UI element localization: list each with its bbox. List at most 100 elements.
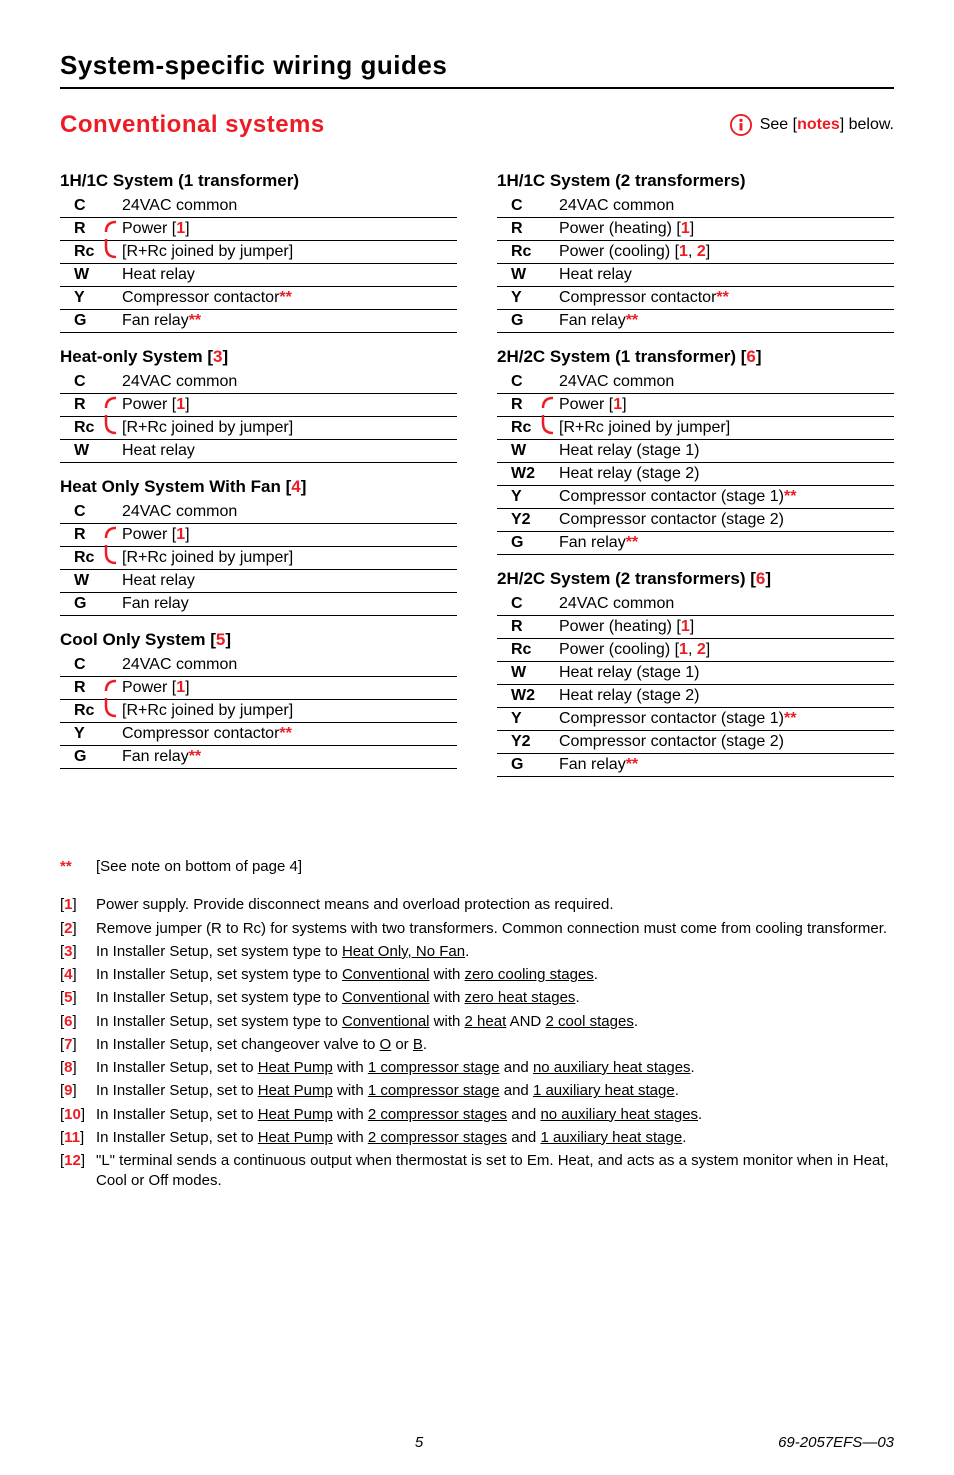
jumper-indicator — [543, 371, 559, 394]
note-row: [1]Power supply. Provide disconnect mean… — [60, 895, 894, 915]
right-column: 1H/1C System (2 transformers) C24VAC com… — [497, 157, 894, 777]
terminal-desc: Heat relay (stage 1) — [559, 662, 894, 685]
terminal-label: C — [60, 195, 106, 218]
note-key: [9] — [60, 1081, 96, 1101]
wiring-row: RPower (heating) [1] — [497, 616, 894, 639]
terminal-desc: [R+Rc joined by jumper] — [122, 417, 457, 440]
jumper-indicator — [543, 616, 559, 639]
wiring-table: C24VAC commonRPower [1]Rc[R+Rc joined by… — [497, 371, 894, 555]
terminal-desc: Compressor contactor** — [122, 723, 457, 746]
note-text: In Installer Setup, set to Heat Pump wit… — [96, 1105, 894, 1125]
jumper-indicator — [543, 486, 559, 509]
note-text: "L" terminal sends a continuous output w… — [96, 1151, 894, 1192]
wiring-row: RcPower (cooling) [1, 2] — [497, 241, 894, 264]
terminal-label: Rc — [497, 639, 543, 662]
note-key: [1] — [60, 895, 96, 915]
wiring-row: C24VAC common — [497, 195, 894, 218]
wiring-table: C24VAC commonRPower [1]Rc[R+Rc joined by… — [60, 501, 457, 616]
wiring-row: Rc [R+Rc joined by jumper] — [60, 417, 457, 440]
section-title: Conventional systems — [60, 111, 325, 139]
system-block-1: 1H/1C System (1 transformer) C24VAC comm… — [60, 171, 457, 333]
terminal-label: W — [60, 264, 106, 287]
terminal-label: W — [497, 264, 543, 287]
terminal-label: Y2 — [497, 509, 543, 532]
jumper-indicator — [106, 241, 122, 264]
wiring-row: WHeat relay (stage 1) — [497, 440, 894, 463]
wiring-row: RPower [1] — [60, 677, 457, 700]
wiring-row: C24VAC common — [497, 371, 894, 394]
jumper-indicator — [543, 509, 559, 532]
terminal-label: Rc — [60, 417, 106, 440]
terminal-desc: Compressor contactor (stage 1)** — [559, 708, 894, 731]
terminal-label: C — [497, 593, 543, 616]
jumper-indicator — [106, 440, 122, 463]
terminal-label: G — [497, 310, 543, 333]
wiring-row: RPower [1] — [60, 394, 457, 417]
wiring-row: RPower [1] — [60, 524, 457, 547]
jumper-indicator — [106, 593, 122, 616]
jumper-indicator — [543, 440, 559, 463]
jumper-indicator — [543, 708, 559, 731]
jumper-indicator — [106, 371, 122, 394]
terminal-desc: Fan relay** — [559, 532, 894, 555]
terminal-desc: Heat relay — [122, 264, 457, 287]
note-key: [2] — [60, 919, 96, 939]
wiring-row: W2Heat relay (stage 2) — [497, 685, 894, 708]
system-title: 1H/1C System (1 transformer) — [60, 171, 457, 191]
terminal-desc: [R+Rc joined by jumper] — [122, 547, 457, 570]
wiring-row: WHeat relay — [60, 570, 457, 593]
jumper-indicator — [106, 654, 122, 677]
jumper-indicator — [543, 662, 559, 685]
terminal-label: C — [60, 371, 106, 394]
system-block-7: 2H/2C System (2 transformers) [6] C 24VAC… — [497, 569, 894, 777]
wiring-row: Rc[R+Rc joined by jumper] — [60, 241, 457, 264]
note-key: [11] — [60, 1128, 96, 1148]
note-key: [4] — [60, 965, 96, 985]
left-column: 1H/1C System (1 transformer) C24VAC comm… — [60, 157, 457, 777]
terminal-desc: 24VAC common — [559, 593, 894, 616]
wiring-row: GFan relay** — [497, 754, 894, 777]
terminal-desc: Power [1] — [122, 677, 457, 700]
terminal-desc: Heat relay — [122, 440, 457, 463]
terminal-desc: Power [1] — [559, 394, 894, 417]
terminal-desc: 24VAC common — [122, 654, 457, 677]
wiring-row: W2Heat relay (stage 2) — [497, 463, 894, 486]
system-block-4: Cool Only System [5] C24VAC commonRPower… — [60, 630, 457, 769]
jumper-indicator — [106, 570, 122, 593]
wiring-table: C24VAC commonRPower (heating) [1]RcPower… — [497, 593, 894, 777]
system-title: 2H/2C System (2 transformers) [6] — [497, 569, 894, 589]
jumper-indicator — [543, 287, 559, 310]
terminal-label: C — [497, 371, 543, 394]
system-title: 1H/1C System (2 transformers) — [497, 171, 894, 191]
note-text: In Installer Setup, set to Heat Pump wit… — [96, 1058, 894, 1078]
terminal-label: G — [60, 593, 106, 616]
terminal-desc: Fan relay — [122, 593, 457, 616]
wiring-row: C24VAC common — [60, 371, 457, 394]
wiring-row: YCompressor contactor (stage 1)** — [497, 708, 894, 731]
terminal-label: R — [60, 218, 106, 241]
jumper-indicator — [106, 547, 122, 570]
terminal-label: Y2 — [497, 731, 543, 754]
note-text: In Installer Setup, set system type to C… — [96, 1012, 894, 1032]
wiring-row: RPower (heating) [1] — [497, 218, 894, 241]
notes-block: **[See note on bottom of page 4][1]Power… — [60, 857, 894, 1192]
system-block-3: Heat Only System With Fan [4] C24VAC com… — [60, 477, 457, 616]
terminal-desc: Heat relay — [559, 264, 894, 287]
doc-number: 69-2057EFS—03 — [778, 1434, 894, 1451]
wiring-row: Rc[R+Rc joined by jumper] — [497, 417, 894, 440]
note-text: In Installer Setup, set system type to C… — [96, 965, 894, 985]
wiring-row: GFan relay** — [60, 746, 457, 769]
note-key: [3] — [60, 942, 96, 962]
jumper-indicator — [106, 524, 122, 547]
note-row: [8]In Installer Setup, set to Heat Pump … — [60, 1058, 894, 1078]
note-row: [2]Remove jumper (R to Rc) for systems w… — [60, 919, 894, 939]
terminal-desc: Fan relay** — [122, 746, 457, 769]
jumper-indicator — [543, 731, 559, 754]
note-row: [10]In Installer Setup, set to Heat Pump… — [60, 1105, 894, 1125]
jumper-indicator — [543, 532, 559, 555]
terminal-desc: Power [1] — [122, 394, 457, 417]
subheader-row: Conventional systems See [notes] below. — [60, 111, 894, 139]
terminal-label: Rc — [60, 547, 106, 570]
wiring-row: YCompressor contactor** — [497, 287, 894, 310]
jumper-indicator — [543, 218, 559, 241]
